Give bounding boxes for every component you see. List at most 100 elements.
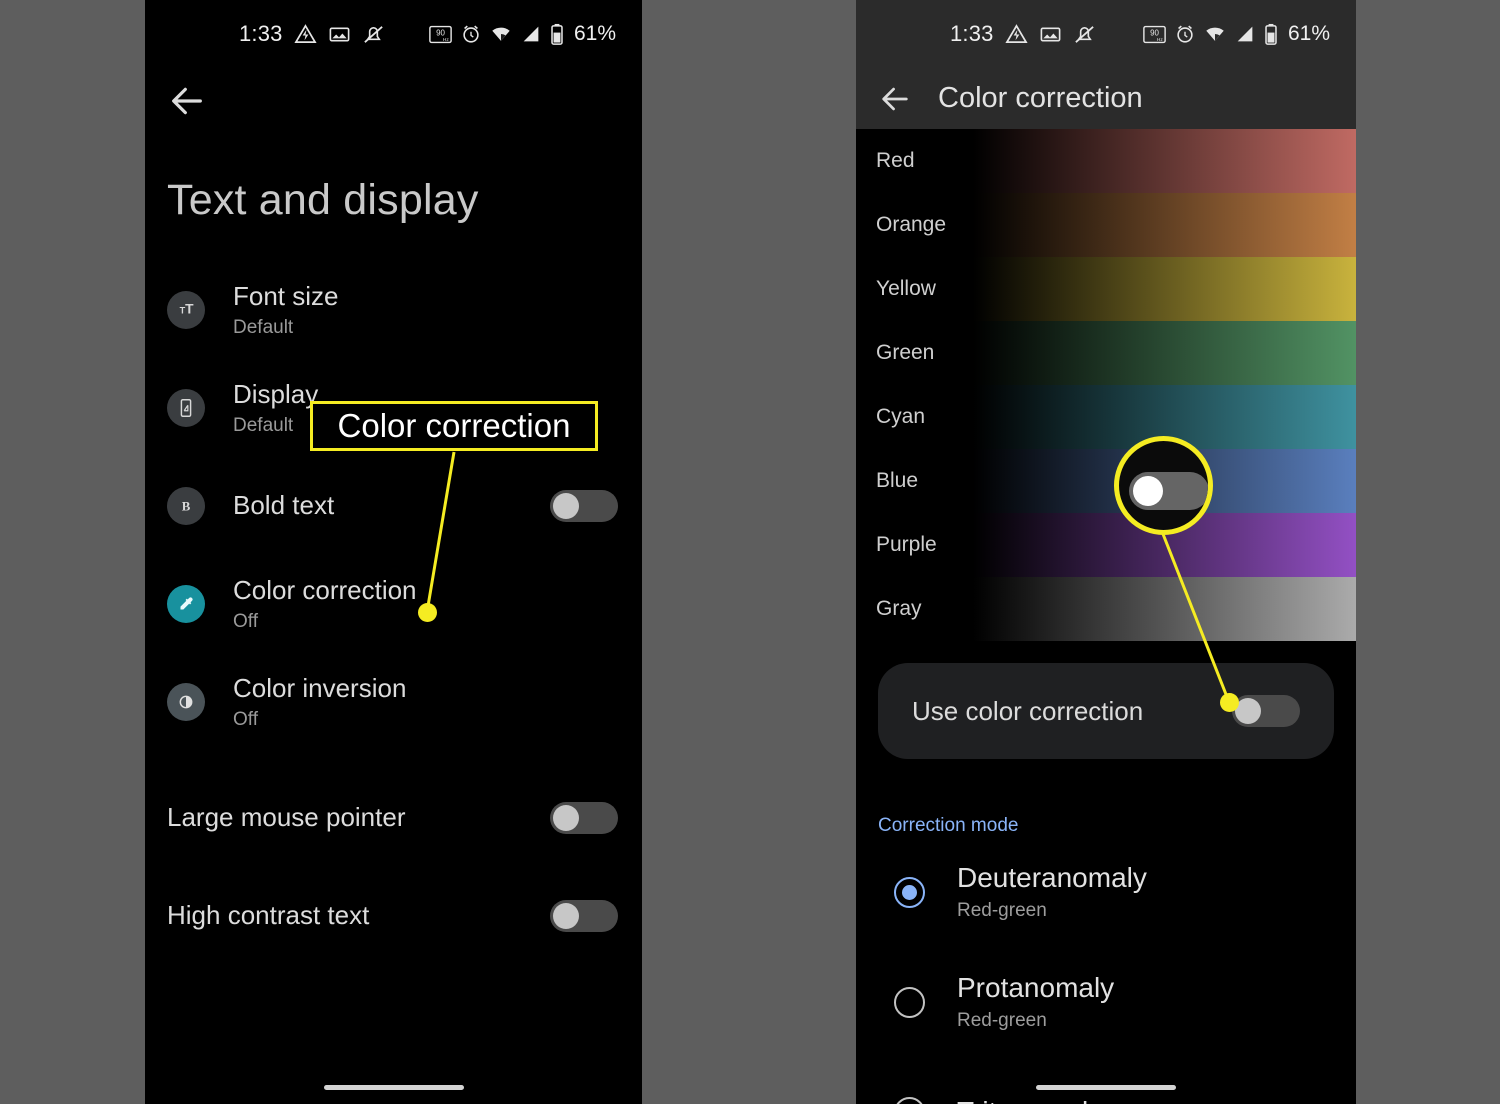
radio-option-subtitle: Red-green	[957, 900, 1047, 921]
battery-icon	[551, 23, 563, 45]
status-bar-left: 1:33 90 Hz 61%	[145, 0, 642, 68]
toggle-knob	[553, 903, 579, 929]
swatch-row: Purple	[856, 513, 1356, 577]
refresh-rate-90hz-icon: 90 Hz	[429, 25, 452, 43]
list-item-high-contrast-text[interactable]: High contrast text	[145, 867, 642, 965]
svg-text:90: 90	[436, 28, 445, 37]
status-time: 1:33	[239, 21, 283, 46]
magnified-toggle	[1129, 472, 1208, 510]
svg-text:T: T	[185, 302, 194, 317]
list-item-title: Color inversion	[233, 672, 407, 703]
list-item-font-size[interactable]: T T Font size Default	[145, 261, 642, 359]
correction-mode-heading: Correction mode	[878, 815, 1019, 836]
image-icon	[1040, 26, 1061, 42]
radio-option-title: Deuteranomaly	[957, 862, 1147, 893]
use-color-correction-toggle[interactable]	[1232, 695, 1300, 727]
radio-option-title: Tritanomaly	[957, 1096, 1102, 1104]
swatch-row: Blue	[856, 449, 1356, 513]
annotation-dot-color-correction	[418, 603, 437, 622]
svg-text:Hz: Hz	[443, 37, 450, 43]
back-button-left[interactable]	[145, 68, 642, 134]
warning-triangle-icon	[294, 23, 317, 43]
alarm-icon	[1177, 25, 1193, 43]
annotation-dot-use-color-correction	[1220, 693, 1239, 712]
refresh-rate-90hz-icon: 90 Hz	[1143, 25, 1166, 43]
list-item-title: Color correction	[233, 574, 417, 605]
list-item-title: Bold text	[233, 490, 335, 521]
list-item-title: Font size	[233, 280, 339, 311]
high-contrast-text-toggle[interactable]	[550, 900, 618, 932]
radio-button-selected-icon[interactable]	[894, 876, 925, 908]
wifi-icon	[1206, 27, 1224, 41]
swatch-row: Cyan	[856, 385, 1356, 449]
screenshot-stage: 1:33 90 Hz 61% Text and display T T Font…	[0, 0, 1500, 1104]
bold-text-toggle[interactable]	[550, 490, 618, 522]
image-icon	[329, 26, 350, 42]
large-mouse-pointer-toggle[interactable]	[550, 802, 618, 834]
swatch-label: Green	[876, 341, 935, 364]
swatch-gradient-gray	[940, 577, 1356, 641]
radio-option-title: Protanomaly	[957, 972, 1115, 1003]
swatch-label: Orange	[876, 213, 947, 236]
battery-icon	[1265, 23, 1277, 45]
wifi-icon	[492, 27, 510, 41]
app-bar-right: Color correction	[856, 68, 1356, 129]
use-color-correction-label: Use color correction	[912, 695, 1144, 726]
eyedropper-icon	[167, 585, 205, 623]
radio-option-protanomaly[interactable]: Protanomaly Red-green	[856, 947, 1356, 1057]
battery-percent: 61%	[1287, 22, 1330, 45]
swatch-gradient-red	[940, 129, 1356, 193]
list-item-color-correction[interactable]: Color correction Off	[145, 555, 642, 653]
bell-off-icon	[363, 25, 383, 43]
app-bar-title: Color correction	[938, 82, 1143, 114]
magnified-toggle-knob	[1133, 476, 1163, 506]
right-phone-screen: 1:33 90 Hz 61% Color correction Red Oran…	[856, 0, 1356, 1104]
bell-off-icon	[1074, 25, 1094, 43]
gesture-navigation-bar[interactable]	[1036, 1085, 1176, 1090]
list-item-large-mouse-pointer[interactable]: Large mouse pointer	[145, 769, 642, 867]
swatch-label: Cyan	[876, 405, 926, 428]
radio-option-subtitle: Red-green	[957, 1010, 1047, 1031]
battery-percent: 61%	[573, 22, 616, 45]
radio-option-deuteranomaly[interactable]: Deuteranomaly Red-green	[856, 837, 1356, 947]
list-item-title: High contrast text	[167, 900, 370, 931]
back-arrow-icon[interactable]	[878, 82, 912, 116]
color-swatch-preview: Red Orange Yellow Green Cyan Blue Purple…	[856, 129, 1356, 641]
swatch-label: Purple	[876, 533, 937, 556]
swatch-label: Gray	[876, 597, 922, 620]
swatch-row: Green	[856, 321, 1356, 385]
radio-option-tritanomaly[interactable]: Tritanomaly	[856, 1057, 1356, 1104]
radio-button-icon[interactable]	[894, 986, 925, 1018]
swatch-gradient-orange	[940, 193, 1356, 257]
swatch-gradient-green	[940, 321, 1356, 385]
signal-icon	[523, 26, 539, 42]
list-item-subtitle: Default	[233, 317, 294, 339]
svg-text:Hz: Hz	[1157, 37, 1164, 43]
display-size-icon	[167, 389, 205, 427]
list-item-title: Large mouse pointer	[167, 802, 406, 833]
swatch-label: Blue	[876, 469, 919, 492]
list-item-color-inversion[interactable]: Color inversion Off	[145, 653, 642, 751]
svg-text:B: B	[182, 500, 191, 514]
swatch-gradient-yellow	[940, 257, 1356, 321]
status-bar-right: 1:33 90 Hz 61%	[856, 0, 1356, 68]
gesture-navigation-bar[interactable]	[323, 1085, 464, 1090]
swatch-row: Yellow	[856, 257, 1356, 321]
font-size-icon: T T	[167, 291, 205, 329]
swatch-row: Red	[856, 129, 1356, 193]
annotation-magnifier-toggle	[1114, 436, 1213, 535]
alarm-icon	[463, 25, 479, 43]
use-color-correction-row[interactable]: Use color correction	[878, 663, 1334, 759]
page-title: Text and display	[167, 176, 479, 224]
warning-triangle-icon	[1005, 23, 1028, 43]
settings-list: T T Font size Default Display Default B …	[145, 261, 642, 965]
radio-button-icon[interactable]	[894, 1096, 925, 1104]
list-item-subtitle: Off	[233, 709, 258, 731]
bold-text-icon: B	[167, 487, 205, 525]
back-arrow-icon	[172, 87, 202, 115]
left-phone-screen: 1:33 90 Hz 61% Text and display T T Font…	[145, 0, 642, 1104]
list-item-bold-text[interactable]: B Bold text	[145, 457, 642, 555]
status-time: 1:33	[950, 21, 994, 46]
toggle-knob	[553, 805, 579, 831]
toggle-knob	[553, 493, 579, 519]
